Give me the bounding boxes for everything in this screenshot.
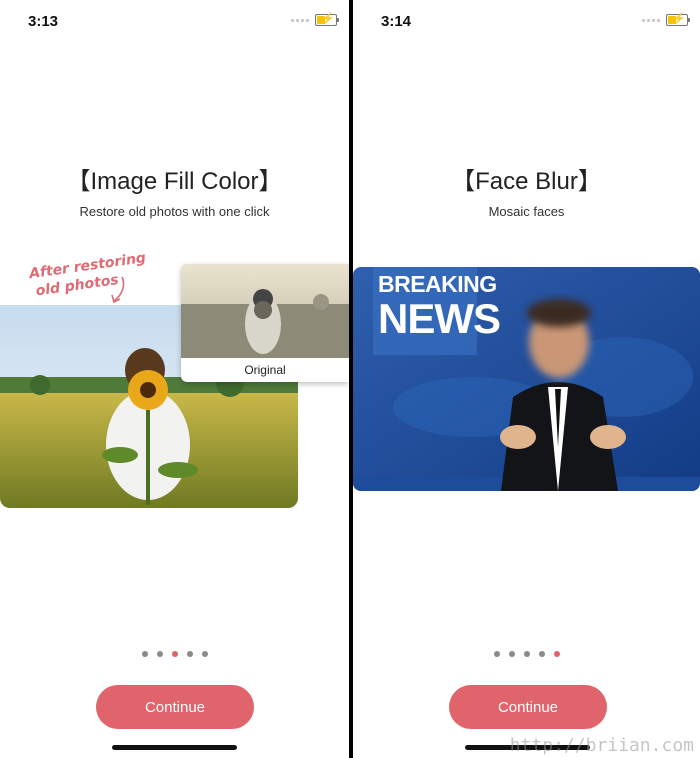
page-dot[interactable] xyxy=(493,651,500,657)
continue-button[interactable]: Continue xyxy=(96,685,254,729)
page-indicator xyxy=(353,651,700,657)
status-time: 3:13 xyxy=(28,13,59,30)
signal-icon xyxy=(291,18,309,22)
page-dot[interactable] xyxy=(156,651,163,657)
page-dot[interactable] xyxy=(141,651,148,657)
battery-charging-icon: ⚡ xyxy=(315,13,339,26)
original-photo xyxy=(181,264,349,358)
original-photo-card: Original xyxy=(181,264,349,382)
page-dot[interactable] xyxy=(186,651,193,657)
original-caption: Original xyxy=(244,363,286,377)
home-indicator[interactable] xyxy=(112,745,237,750)
page-indicator xyxy=(0,651,349,657)
watermark-text: http://briian.com xyxy=(509,735,694,756)
page-dot[interactable] xyxy=(201,651,208,657)
status-time: 3:14 xyxy=(381,13,412,30)
page-subtitle: Restore old photos with one click xyxy=(79,204,270,219)
news-anchor-photo: BREAKING NEWS xyxy=(353,267,700,491)
status-icons: ⚡ xyxy=(642,13,690,26)
status-icons: ⚡ xyxy=(291,13,339,26)
signal-icon xyxy=(642,18,660,22)
page-dot[interactable] xyxy=(508,651,515,657)
page-dot-active[interactable] xyxy=(171,651,178,657)
onboarding-screen-face-blur: 3:14 ⚡ 【Face Blur】 Mosaic faces BREAKING… xyxy=(353,0,700,758)
page-title: 【Face Blur】 xyxy=(451,168,602,195)
page-dot[interactable] xyxy=(523,651,530,657)
page-subtitle: Mosaic faces xyxy=(488,204,565,219)
news-line-2: NEWS xyxy=(378,295,501,342)
page-title: 【Image Fill Color】 xyxy=(66,168,283,195)
page-dot[interactable] xyxy=(538,651,545,657)
annotation-text: After restoring old photos xyxy=(28,249,150,301)
curved-arrow-icon xyxy=(111,276,125,304)
page-dot-active[interactable] xyxy=(553,651,560,657)
news-line-1: BREAKING xyxy=(378,271,497,297)
battery-charging-icon: ⚡ xyxy=(666,13,690,26)
onboarding-screen-image-fill-color: 3:13 ⚡ 【Image Fill Color】 Restore old ph… xyxy=(0,0,349,758)
continue-button[interactable]: Continue xyxy=(449,685,607,729)
breaking-news-logo: BREAKING NEWS xyxy=(378,271,501,351)
